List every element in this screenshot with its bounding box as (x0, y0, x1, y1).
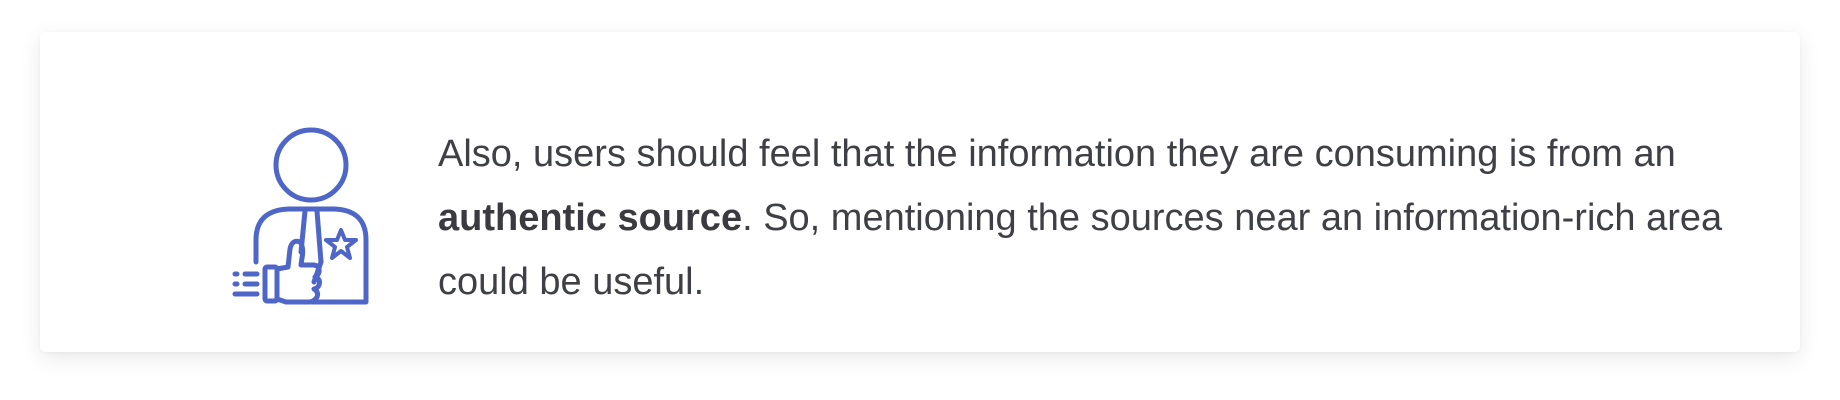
callout-card: Also, users should feel that the informa… (40, 32, 1800, 352)
user-thumbs-up-badge-icon (224, 112, 404, 322)
callout-text-before: Also, users should feel that the informa… (438, 133, 1676, 175)
callout-text-bold: authentic source (438, 197, 743, 239)
callout-text: Also, users should feel that the informa… (438, 122, 1758, 314)
